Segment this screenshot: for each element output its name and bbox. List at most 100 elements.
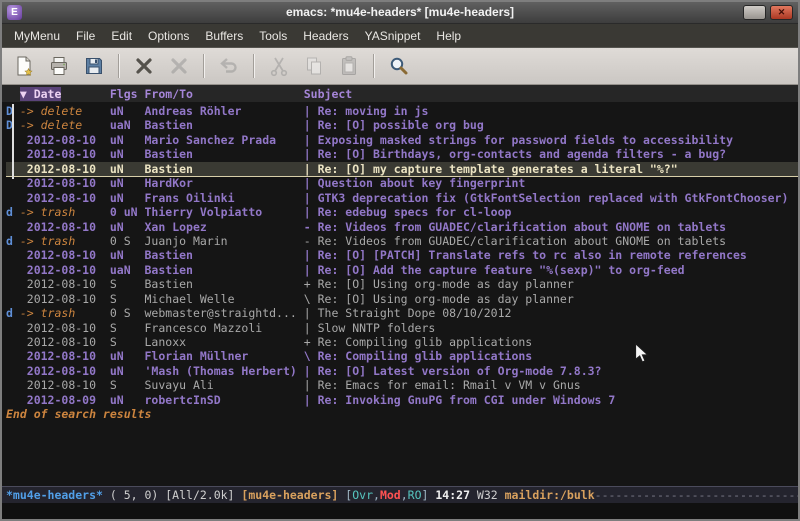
subject-cell: | Question about key fingerprint: [304, 176, 526, 190]
scrollbar-thumb[interactable]: [12, 104, 14, 179]
toolbar-separator: [253, 54, 255, 78]
date-cell: 2012-08-10: [20, 349, 110, 363]
message-row[interactable]: d -> trash 0 uN Thierry Volpiatto | Re: …: [6, 205, 798, 219]
mark-cell: [6, 263, 20, 277]
message-row[interactable]: 2012-08-10 uN Bastien | Re: [O] Birthday…: [6, 147, 798, 161]
headers-columns[interactable]: ▼ Date Flgs From/To Subject: [2, 85, 798, 102]
message-row[interactable]: 2012-08-10 uN HardKor | Question about k…: [6, 176, 798, 190]
modeline-comma2: ,: [401, 488, 408, 502]
print-icon[interactable]: [45, 52, 73, 80]
from-cell: Xan Lopez: [145, 220, 304, 234]
date-cell: 2012-08-10: [20, 364, 110, 378]
titlebar[interactable]: E emacs: *mu4e-headers* [mu4e-headers] ✕: [2, 2, 798, 24]
emacs-frame: E emacs: *mu4e-headers* [mu4e-headers] ✕…: [0, 0, 800, 521]
date-cell: 2012-08-10: [20, 263, 110, 277]
menubar: MyMenuFileEditOptionsBuffersToolsHeaders…: [2, 24, 798, 47]
delete-frame-icon: [165, 52, 193, 80]
from-cell: Bastien: [145, 277, 304, 291]
modeline[interactable]: *mu4e-headers* ( 5, 0) [All/2.0k] [mu4e-…: [2, 486, 798, 503]
from-cell: Mario Sanchez Prada: [145, 133, 304, 147]
menu-item-buffers[interactable]: Buffers: [197, 26, 251, 46]
menu-item-mymenu[interactable]: MyMenu: [6, 26, 68, 46]
close-button[interactable]: ✕: [770, 5, 793, 20]
message-row[interactable]: 2012-08-10 S Suvayu Ali | Re: Emacs for …: [6, 378, 798, 392]
message-row[interactable]: 2012-08-10 uN Frans Oilinki | GTK3 depre…: [6, 191, 798, 205]
save-icon[interactable]: [80, 52, 108, 80]
message-row[interactable]: d -> trash 0 S Juanjo Marin - Re: Videos…: [6, 234, 798, 248]
subject-cell: | Re: edebug specs for cl-loop: [304, 205, 512, 219]
column-subject[interactable]: Subject: [304, 87, 352, 101]
flags-cell: uN: [110, 364, 145, 378]
message-row[interactable]: 2012-08-10 S Michael Welle \ Re: [O] Usi…: [6, 292, 798, 306]
message-row[interactable]: 2012-08-10 uN Mario Sanchez Prada | Expo…: [6, 133, 798, 147]
message-row[interactable]: 2012-08-10 uN Bastien | Re: [O] my captu…: [6, 162, 798, 176]
message-row[interactable]: 2012-08-09 uN robertcInSD | Re: Invoking…: [6, 393, 798, 407]
menu-item-help[interactable]: Help: [428, 26, 469, 46]
close-buffer-icon[interactable]: [130, 52, 158, 80]
subject-cell: | GTK3 deprecation fix (GtkFontSelection…: [304, 191, 789, 205]
from-cell: Florian Müllner: [145, 349, 304, 363]
modeline-ro: RO: [408, 488, 422, 502]
modeline-buffer-name: *mu4e-headers*: [6, 488, 103, 502]
mark-target-cell: -> trash: [20, 234, 110, 248]
flags-cell: S: [110, 335, 145, 349]
date-cell: 2012-08-10: [20, 248, 110, 262]
search-icon[interactable]: [385, 52, 413, 80]
maximize-button[interactable]: [743, 5, 766, 20]
mark-cell: [6, 335, 20, 349]
sort-column-date[interactable]: ▼ Date: [20, 87, 62, 101]
flags-cell: uN: [110, 104, 145, 118]
message-row[interactable]: 2012-08-10 uN Bastien | Re: [O] [PATCH] …: [6, 248, 798, 262]
paste-icon: [335, 52, 363, 80]
date-cell: 2012-08-10: [20, 321, 110, 335]
message-row[interactable]: 2012-08-10 uN 'Mash (Thomas Herbert) | R…: [6, 364, 798, 378]
headers-buffer: ▼ Date Flgs From/To Subject D -> delete …: [2, 85, 798, 486]
modeline-bracket-open: [: [338, 488, 352, 502]
message-row[interactable]: D -> delete uaN Bastien | Re: [O] possib…: [6, 118, 798, 132]
mark-cell: [6, 191, 20, 205]
from-cell: Lanoxx: [145, 335, 304, 349]
modeline-position: ( 5, 0): [103, 488, 165, 502]
message-row[interactable]: 2012-08-10 S Bastien + Re: [O] Using org…: [6, 277, 798, 291]
from-cell: 'Mash (Thomas Herbert): [145, 364, 304, 378]
date-cell: 2012-08-10: [20, 220, 110, 234]
subject-cell: + Re: Compiling glib applications: [304, 335, 532, 349]
new-document-icon[interactable]: [10, 52, 38, 80]
menu-item-headers[interactable]: Headers: [295, 26, 356, 46]
date-cell: 2012-08-10: [20, 335, 110, 349]
modeline-week: W32: [477, 488, 505, 502]
mark-target-cell: -> trash: [20, 205, 110, 219]
modeline-count: [All/2.0k]: [165, 488, 241, 502]
menu-item-edit[interactable]: Edit: [103, 26, 140, 46]
cut-icon: [265, 52, 293, 80]
mark-cell: d: [6, 234, 20, 248]
message-row[interactable]: 2012-08-10 uN Florian Müllner \ Re: Comp…: [6, 349, 798, 363]
column-from[interactable]: From/To: [145, 87, 304, 101]
menu-item-tools[interactable]: Tools: [251, 26, 295, 46]
from-cell: Bastien: [145, 118, 304, 132]
window-title: emacs: *mu4e-headers* [mu4e-headers]: [2, 2, 798, 23]
subject-cell: | Re: [O] Latest version of Org-mode 7.8…: [304, 364, 602, 378]
date-cell: 2012-08-10: [20, 191, 110, 205]
message-row[interactable]: 2012-08-10 uaN Bastien | Re: [O] Add the…: [6, 263, 798, 277]
message-row[interactable]: 2012-08-10 S Lanoxx + Re: Compiling glib…: [6, 335, 798, 349]
message-row[interactable]: d -> trash 0 S webmaster@straightd... | …: [6, 306, 798, 320]
echo-area[interactable]: [2, 503, 798, 519]
mark-cell: [6, 393, 20, 407]
message-row[interactable]: D -> delete uN Andreas Röhler | Re: movi…: [6, 104, 798, 118]
copy-icon: [300, 52, 328, 80]
modeline-mod: Mod: [380, 488, 401, 502]
mark-cell: d: [6, 205, 20, 219]
message-row[interactable]: 2012-08-10 S Francesco Mazzoli | Slow NN…: [6, 321, 798, 335]
mark-cell: [6, 277, 20, 291]
modeline-time: 14:27: [435, 488, 477, 502]
column-flags[interactable]: Flgs: [110, 87, 145, 101]
menu-item-file[interactable]: File: [68, 26, 103, 46]
message-row[interactable]: 2012-08-10 uN Xan Lopez - Re: Videos fro…: [6, 220, 798, 234]
toolbar-separator: [118, 54, 120, 78]
menu-item-yasnippet[interactable]: YASnippet: [357, 26, 429, 46]
menu-item-options[interactable]: Options: [140, 26, 197, 46]
subject-cell: | Re: [O] Add the capture feature "%(sex…: [304, 263, 685, 277]
subject-cell: \ Re: [O] Using org-mode as day planner: [304, 292, 574, 306]
modeline-maildir: maildir:/bulk: [505, 488, 595, 502]
